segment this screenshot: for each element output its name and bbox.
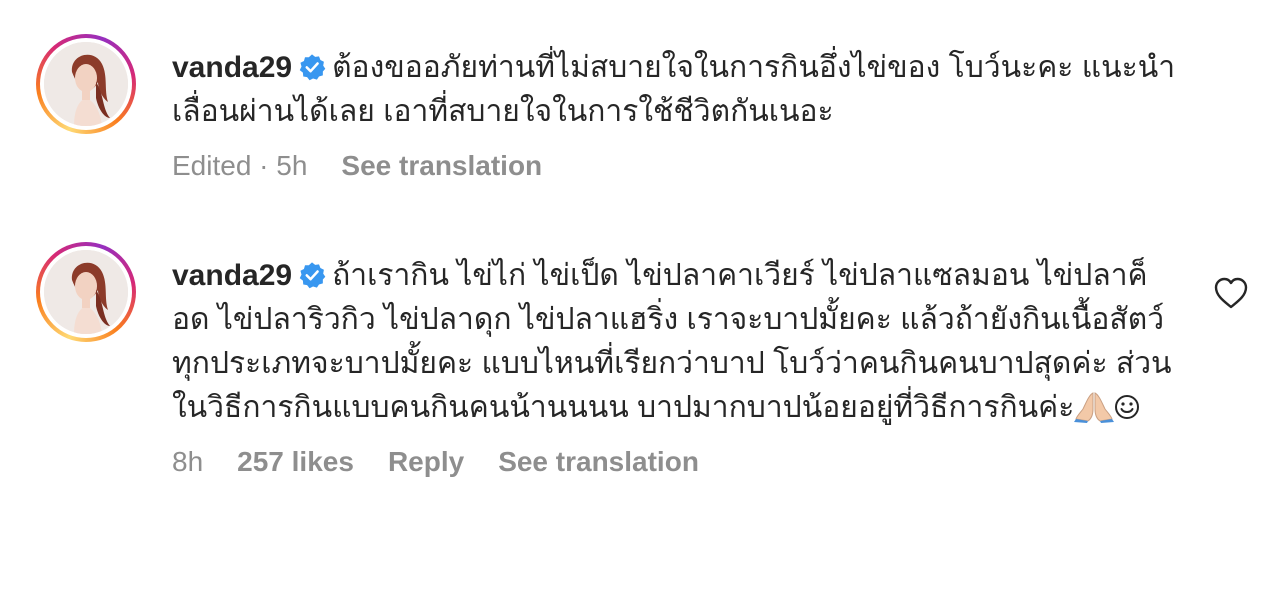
username-link[interactable]: vanda29 bbox=[172, 259, 292, 292]
avatar-image bbox=[44, 250, 128, 334]
comment-meta: 8h 257 likes Reply See translation bbox=[172, 444, 1172, 480]
edited-timestamp: Edited · 5h bbox=[172, 150, 308, 181]
smiling-face-icon bbox=[1115, 395, 1140, 419]
comment-meta: Edited · 5h See translation bbox=[172, 148, 1192, 184]
folded-hands-icon bbox=[1074, 392, 1115, 423]
username-link[interactable]: vanda29 bbox=[172, 51, 292, 84]
avatar[interactable] bbox=[44, 42, 128, 126]
avatar-story-ring[interactable] bbox=[36, 34, 136, 134]
see-translation-link[interactable]: See translation bbox=[498, 444, 699, 480]
reply-button[interactable]: Reply bbox=[388, 444, 464, 480]
likes-count-link[interactable]: 257 likes bbox=[237, 444, 354, 480]
avatar-image bbox=[44, 42, 128, 126]
avatar[interactable] bbox=[44, 250, 128, 334]
comment-timestamp[interactable]: 8h bbox=[172, 444, 203, 480]
comment-text-block: vanda29 ถ้าเรากิน ไข่ไก่ ไข่เป็ด ไข่ปลาคา… bbox=[172, 254, 1172, 430]
verified-badge-icon bbox=[299, 54, 326, 81]
avatar-story-ring[interactable] bbox=[36, 242, 136, 342]
see-translation-link[interactable]: See translation bbox=[341, 148, 542, 184]
comment-text-block: vanda29 ต้องขออภัยท่านที่ไม่สบายใจในการกิ… bbox=[172, 46, 1192, 134]
verified-badge-icon bbox=[299, 262, 326, 289]
like-heart-icon[interactable] bbox=[1213, 276, 1249, 310]
